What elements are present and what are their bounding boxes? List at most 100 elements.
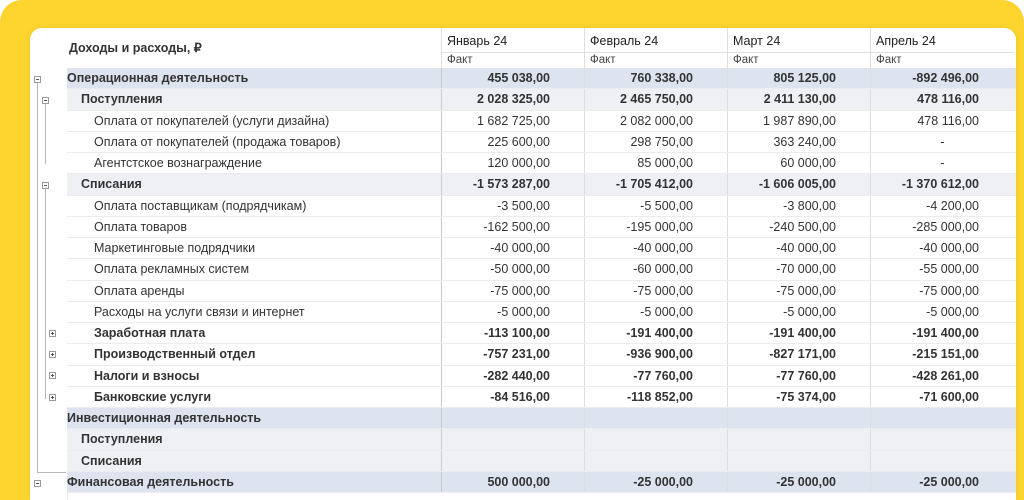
value-cell[interactable]: 2 082 000,00 — [584, 110, 727, 131]
value-cell[interactable] — [870, 429, 1013, 450]
value-cell[interactable]: -75 000,00 — [441, 280, 584, 301]
table-row[interactable]: Финансовая деятельность 500 000,00 -25 000… — [67, 471, 1016, 493]
collapse-operational-icon[interactable] — [34, 76, 41, 83]
table-row[interactable]: Поступления — [67, 429, 1016, 451]
table-row[interactable]: Банковские услуги -84 516,00 -118 852,00 -7… — [67, 386, 1016, 408]
value-cell[interactable]: -1 370 612,00 — [870, 174, 1013, 195]
table-row[interactable]: Операционная деятельность 455 038,00 760 3… — [67, 68, 1016, 90]
collapse-receipts-icon[interactable] — [42, 97, 49, 104]
expand-production-icon[interactable] — [49, 351, 56, 358]
table-row[interactable]: Расходы на услуги связи и интернет -5 000… — [67, 301, 1016, 323]
value-cell[interactable]: -75 374,00 — [727, 386, 870, 407]
value-cell[interactable]: -5 000,00 — [870, 301, 1013, 322]
table-row[interactable]: Списания -1 573 287,00 -1 705 412,00 -1 606… — [67, 174, 1016, 196]
value-cell[interactable]: -25 000,00 — [870, 471, 1013, 492]
value-cell[interactable]: -282 440,00 — [441, 365, 584, 386]
value-cell[interactable]: -215 151,00 — [870, 344, 1013, 365]
table-row[interactable]: Агентстское вознаграждение 120 000,00 85 0… — [67, 153, 1016, 175]
value-cell[interactable]: -428 261,00 — [870, 365, 1013, 386]
value-cell[interactable]: -191 400,00 — [727, 323, 870, 344]
value-cell[interactable] — [441, 408, 584, 429]
value-cell[interactable]: -71 600,00 — [870, 386, 1013, 407]
value-cell[interactable]: 455 038,00 — [441, 68, 584, 89]
value-cell[interactable]: -1 573 287,00 — [441, 174, 584, 195]
value-cell[interactable]: -75 000,00 — [727, 280, 870, 301]
table-row[interactable]: Оплата аренды -75 000,00 -75 000,00 -75 000… — [67, 280, 1016, 302]
value-cell[interactable]: 2 411 130,00 — [727, 89, 870, 110]
value-cell[interactable] — [584, 408, 727, 429]
value-cell[interactable]: -70 000,00 — [727, 259, 870, 280]
value-cell[interactable]: -936 900,00 — [584, 344, 727, 365]
value-cell[interactable]: 760 338,00 — [584, 68, 727, 89]
value-cell[interactable] — [870, 450, 1013, 471]
expand-salary-icon[interactable] — [49, 330, 56, 337]
value-cell[interactable]: -77 760,00 — [584, 365, 727, 386]
value-cell[interactable]: -75 000,00 — [870, 280, 1013, 301]
value-cell[interactable]: -195 000,00 — [584, 216, 727, 237]
table-row[interactable]: Заработная плата -113 100,00 -191 400,00 -1… — [67, 323, 1016, 345]
value-cell[interactable]: -77 760,00 — [727, 365, 870, 386]
value-cell[interactable] — [584, 429, 727, 450]
table-row[interactable]: Производственный отдел -757 231,00 -936 90… — [67, 344, 1016, 366]
value-cell[interactable]: -4 200,00 — [870, 195, 1013, 216]
value-cell[interactable]: - — [870, 153, 1013, 174]
value-cell[interactable]: 2 465 750,00 — [584, 89, 727, 110]
value-cell[interactable]: -5 000,00 — [727, 301, 870, 322]
value-cell[interactable] — [870, 408, 1013, 429]
table-row[interactable]: Инвестиционная деятельность — [67, 408, 1016, 430]
value-cell[interactable]: 85 000,00 — [584, 153, 727, 174]
value-cell[interactable] — [441, 450, 584, 471]
value-cell[interactable]: -25 000,00 — [727, 471, 870, 492]
table-row[interactable]: Поступления 2 028 325,00 2 465 750,00 2 411… — [67, 89, 1016, 111]
value-cell[interactable]: -75 000,00 — [584, 280, 727, 301]
value-cell[interactable]: -240 500,00 — [727, 216, 870, 237]
value-cell[interactable]: -60 000,00 — [584, 259, 727, 280]
value-cell[interactable]: -1 705 412,00 — [584, 174, 727, 195]
value-cell[interactable]: -40 000,00 — [584, 238, 727, 259]
value-cell[interactable]: - — [870, 131, 1013, 152]
value-cell[interactable]: -191 400,00 — [584, 323, 727, 344]
table-row[interactable]: Маркетинговые подрядчики -40 000,00 -40 00… — [67, 238, 1016, 260]
value-cell[interactable]: -55 000,00 — [870, 259, 1013, 280]
value-cell[interactable]: -40 000,00 — [727, 238, 870, 259]
value-cell[interactable]: -191 400,00 — [870, 323, 1013, 344]
value-cell[interactable]: 500 000,00 — [441, 471, 584, 492]
value-cell[interactable]: -757 231,00 — [441, 344, 584, 365]
value-cell[interactable]: 478 116,00 — [870, 89, 1013, 110]
expand-bank-icon[interactable] — [49, 394, 56, 401]
value-cell[interactable]: -3 800,00 — [727, 195, 870, 216]
value-cell[interactable]: -40 000,00 — [870, 238, 1013, 259]
value-cell[interactable]: -84 516,00 — [441, 386, 584, 407]
value-cell[interactable]: -25 000,00 — [584, 471, 727, 492]
value-cell[interactable]: 2 028 325,00 — [441, 89, 584, 110]
value-cell[interactable]: -5 000,00 — [441, 301, 584, 322]
value-cell[interactable]: 805 125,00 — [727, 68, 870, 89]
value-cell[interactable]: -113 100,00 — [441, 323, 584, 344]
value-cell[interactable]: 363 240,00 — [727, 131, 870, 152]
value-cell[interactable] — [727, 429, 870, 450]
collapse-writeoffs-icon[interactable] — [42, 182, 49, 189]
value-cell[interactable]: 298 750,00 — [584, 131, 727, 152]
value-cell[interactable]: -40 000,00 — [441, 238, 584, 259]
value-cell[interactable]: -827 171,00 — [727, 344, 870, 365]
table-row[interactable]: Оплата от покупателей (услуги дизайна) 1 … — [67, 110, 1016, 132]
value-cell[interactable]: 1 987 890,00 — [727, 110, 870, 131]
value-cell[interactable]: -285 000,00 — [870, 216, 1013, 237]
value-cell[interactable]: -5 000,00 — [584, 301, 727, 322]
expand-taxes-icon[interactable] — [49, 372, 56, 379]
table-row[interactable]: Оплата рекламных систем -50 000,00 -60 000… — [67, 259, 1016, 281]
value-cell[interactable] — [727, 408, 870, 429]
table-row[interactable]: Оплата товаров -162 500,00 -195 000,00 -240… — [67, 216, 1016, 238]
table-row[interactable]: Налоги и взносы -282 440,00 -77 760,00 -77 … — [67, 365, 1016, 387]
value-cell[interactable]: -5 500,00 — [584, 195, 727, 216]
value-cell[interactable]: -162 500,00 — [441, 216, 584, 237]
value-cell[interactable] — [727, 450, 870, 471]
value-cell[interactable]: 478 116,00 — [870, 110, 1013, 131]
value-cell[interactable]: 1 682 725,00 — [441, 110, 584, 131]
table-row[interactable]: Оплата от покупателей (продажа товаров) 2… — [67, 131, 1016, 153]
value-cell[interactable]: -1 606 005,00 — [727, 174, 870, 195]
value-cell[interactable]: 120 000,00 — [441, 153, 584, 174]
value-cell[interactable]: -892 496,00 — [870, 68, 1013, 89]
collapse-financial-icon[interactable] — [34, 480, 41, 487]
value-cell[interactable] — [584, 450, 727, 471]
